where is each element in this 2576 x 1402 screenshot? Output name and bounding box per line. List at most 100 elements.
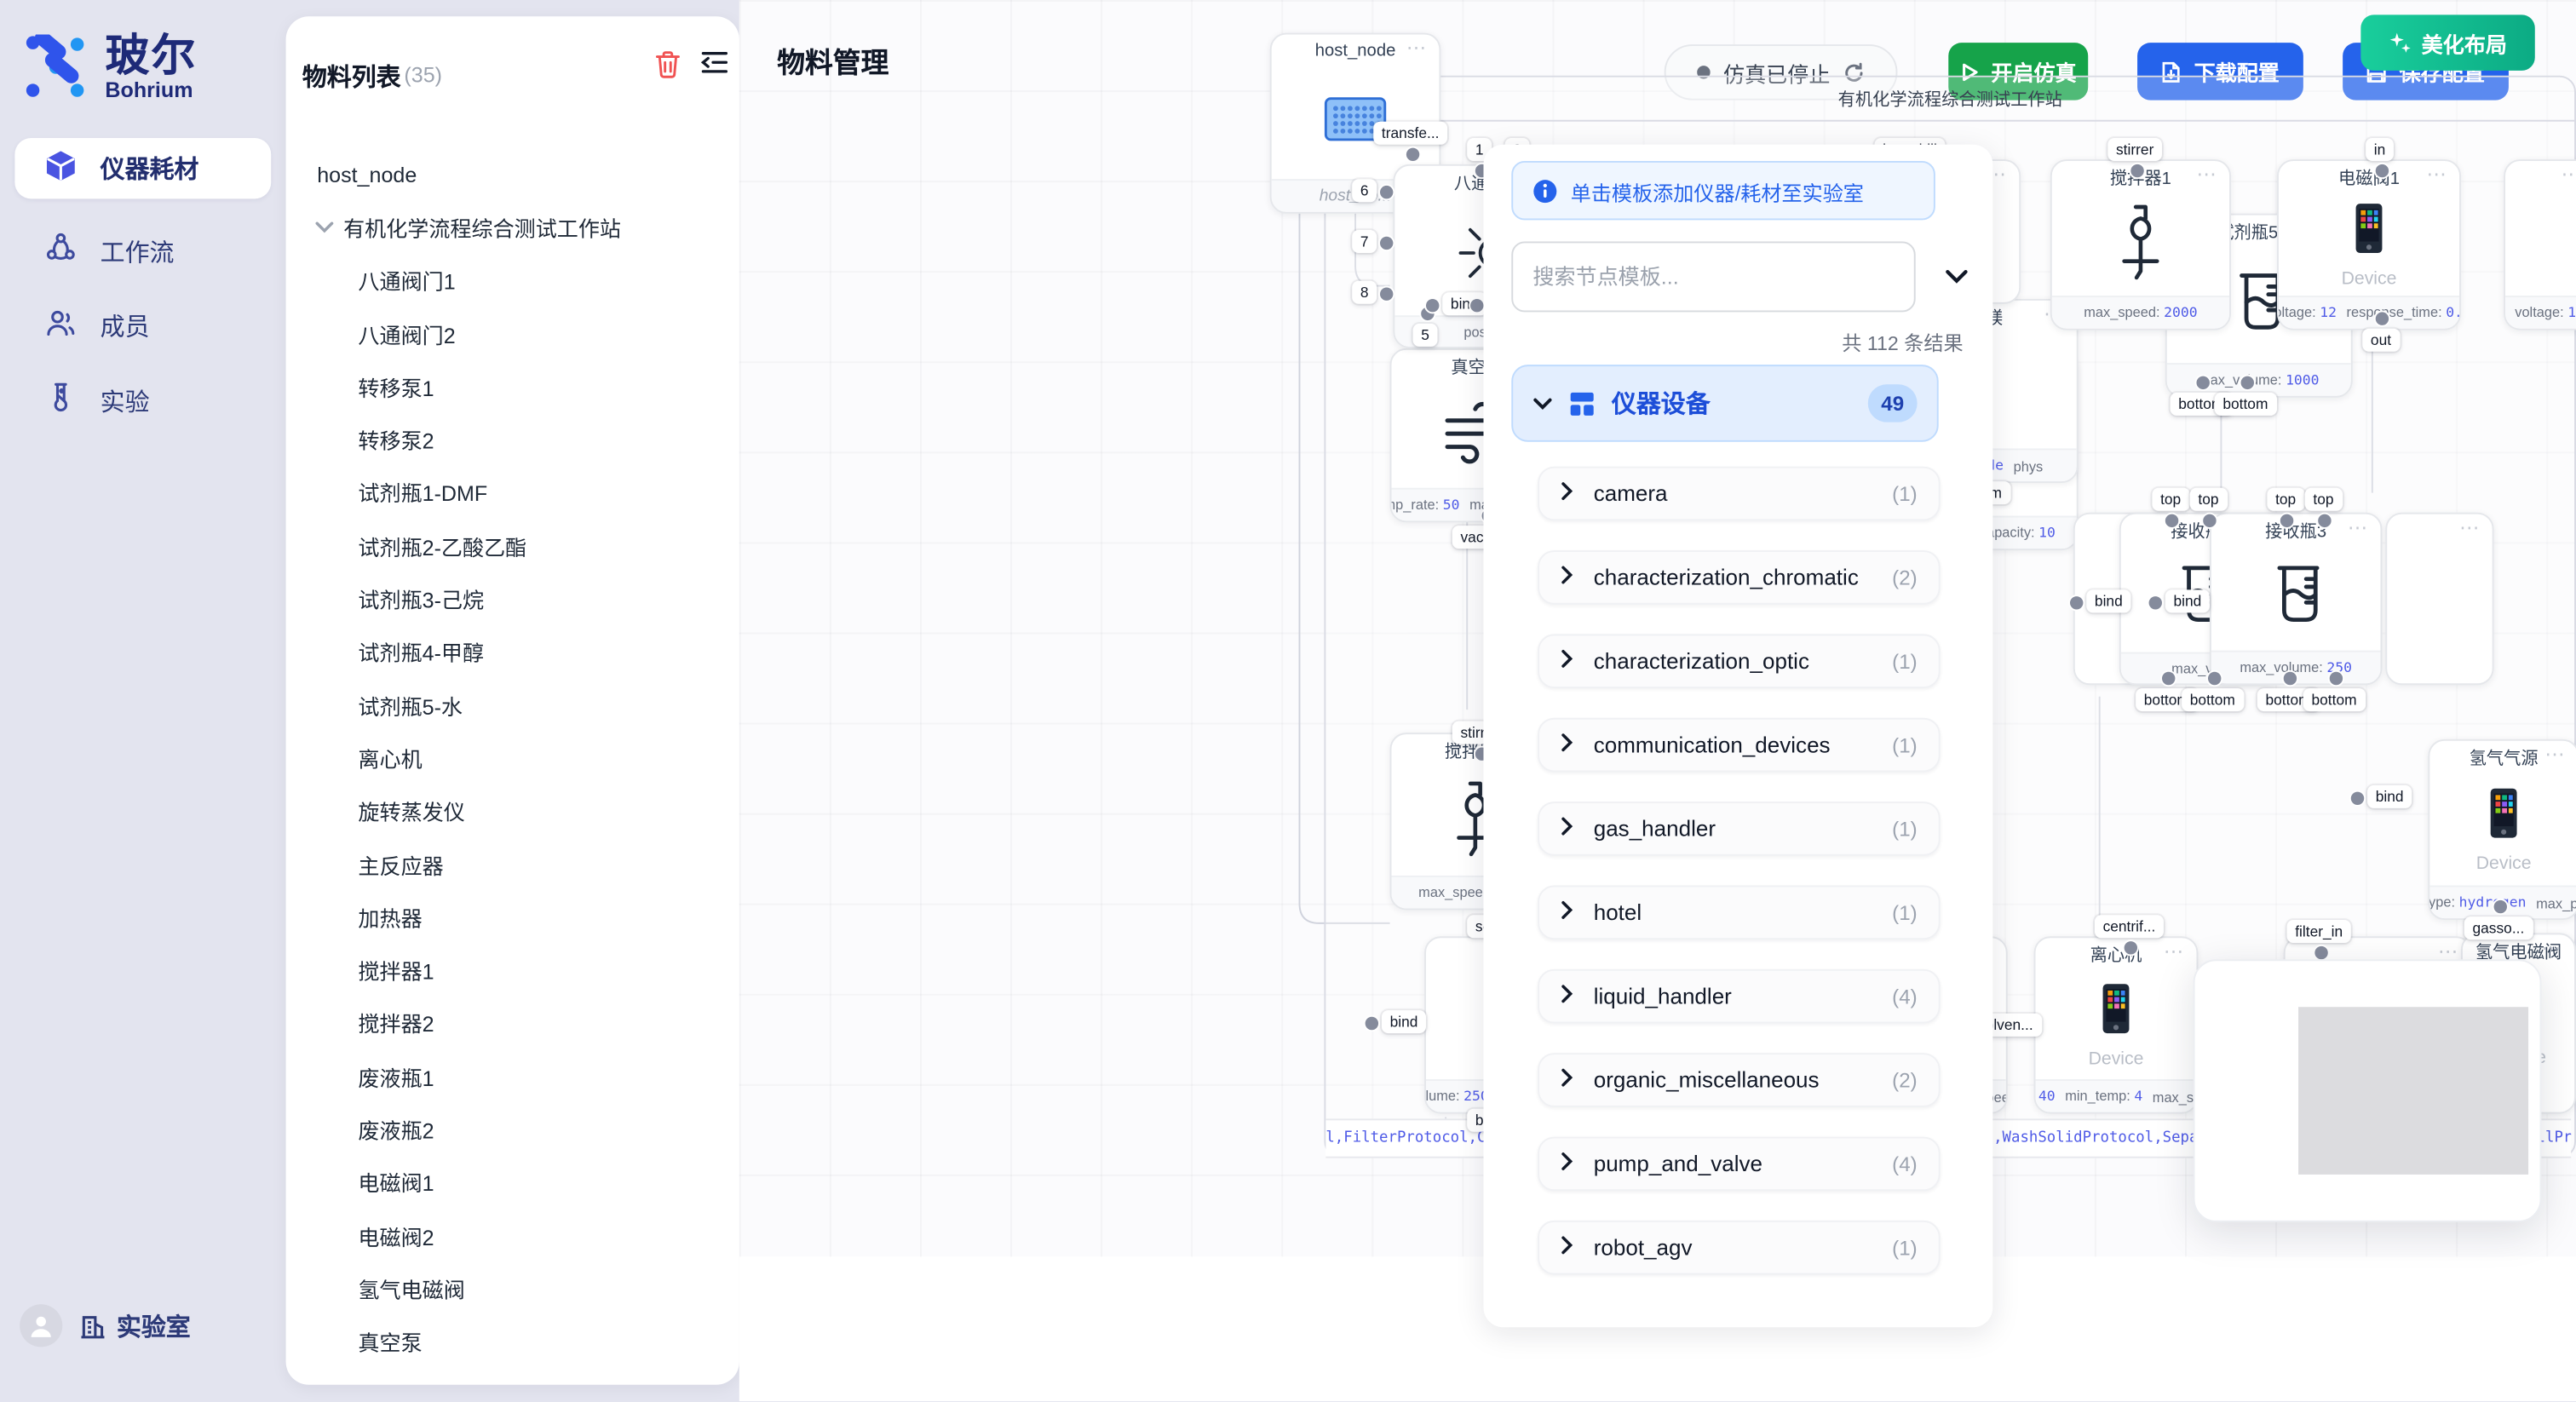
port-chip-bottom[interactable]: bottom: [2182, 688, 2243, 711]
node-menu-icon[interactable]: ⋯: [2562, 163, 2576, 186]
tree-item[interactable]: 转移泵2: [286, 413, 739, 466]
port-chip-centrif[interactable]: centrif...: [2095, 915, 2164, 938]
port-chip-out[interactable]: out: [2362, 329, 2399, 352]
tree-item[interactable]: 废液瓶1: [286, 1049, 739, 1102]
tree-item[interactable]: 试剂瓶3-己烷: [286, 572, 739, 625]
canvas-node-离心机[interactable]: 离心机⋯Devicep: 40min_temp: 4max_spe: [2034, 936, 2199, 1113]
category-hotel[interactable]: hotel(1): [1538, 885, 1940, 939]
collapse-panel-icon[interactable]: [1941, 260, 1974, 293]
port-chip-7[interactable]: 7: [1352, 230, 1377, 253]
tree-item[interactable]: 试剂瓶5-水: [286, 678, 739, 731]
port-dot-icon[interactable]: [2492, 899, 2508, 915]
port-dot-icon[interactable]: [2327, 670, 2343, 687]
port-chip-5[interactable]: 5: [1413, 324, 1438, 347]
canvas-node-电磁阀1[interactable]: 电磁阀1⋯Devicevoltage: 12response_time: 0.1: [2277, 159, 2461, 330]
beautify-layout-button[interactable]: 美化布局: [2360, 14, 2534, 71]
tree-item[interactable]: 八通阀门2: [286, 307, 739, 359]
category-liquid_handler[interactable]: liquid_handler(4): [1538, 969, 1940, 1024]
tree-item[interactable]: 搅拌器1: [286, 944, 739, 997]
port-chip-gasso[interactable]: gasso...: [2464, 916, 2533, 939]
port-chip-stirrer[interactable]: stirrer: [2107, 138, 2162, 161]
port-chip-bottom[interactable]: bottom: [2215, 393, 2276, 416]
avatar[interactable]: [20, 1304, 62, 1347]
tree-item[interactable]: 真空泵: [286, 1315, 739, 1368]
chevron-down-icon[interactable]: [315, 221, 333, 233]
port-dot-icon[interactable]: [2128, 163, 2144, 179]
sidebar-item-experiment[interactable]: 实验: [14, 371, 271, 431]
port-chip-top[interactable]: top: [2267, 488, 2303, 511]
port-dot-icon[interactable]: [2068, 595, 2084, 611]
port-dot-icon[interactable]: [2160, 670, 2176, 687]
port-dot-icon[interactable]: [2373, 163, 2389, 179]
port-chip-bind[interactable]: bind: [1382, 1010, 1426, 1033]
node-menu-icon[interactable]: ⋯: [2459, 516, 2481, 539]
port-dot-icon[interactable]: [2239, 375, 2255, 391]
search-input[interactable]: [1511, 241, 1915, 312]
port-dot-icon[interactable]: [1364, 1015, 1380, 1031]
node-menu-icon[interactable]: ⋯: [2541, 936, 2562, 959]
port-chip-top[interactable]: top: [2152, 488, 2188, 511]
collapse-list-icon[interactable]: [700, 49, 736, 85]
port-dot-icon[interactable]: [1378, 184, 1394, 200]
tree-item[interactable]: 电磁阀1: [286, 1156, 739, 1209]
canvas-node[interactable]: ⋯: [2385, 513, 2493, 685]
tree-item-host-node[interactable]: host_node: [286, 148, 739, 201]
canvas-node[interactable]: ⋯voltage: 12: [2504, 159, 2576, 330]
category-gas_handler[interactable]: gas_handler(1): [1538, 802, 1940, 856]
port-dot-icon[interactable]: [2123, 939, 2139, 956]
category-camera[interactable]: camera(1): [1538, 467, 1940, 521]
port-chip-bind[interactable]: bind: [2086, 589, 2130, 612]
port-chip-filter_in[interactable]: filter_in: [2287, 920, 2351, 943]
tree-item[interactable]: 主反应器: [286, 837, 739, 890]
port-chip-transfe[interactable]: transfe...: [1373, 122, 1447, 145]
tree-item[interactable]: 八通阀门1: [286, 254, 739, 307]
node-menu-icon[interactable]: ⋯: [2164, 939, 2185, 962]
tree-item[interactable]: 氢气电磁阀: [286, 1262, 739, 1315]
trash-icon[interactable]: [654, 49, 690, 85]
port-chip-top[interactable]: top: [2190, 488, 2227, 511]
tree-item[interactable]: 废液瓶2: [286, 1103, 739, 1156]
tree-item[interactable]: 试剂瓶2-乙酸乙酯: [286, 520, 739, 572]
port-chip-bind[interactable]: bind: [2367, 785, 2412, 808]
tree-item[interactable]: 试剂瓶4-甲醇: [286, 625, 739, 678]
tree-item[interactable]: 电磁阀2: [286, 1209, 739, 1261]
lab-entry[interactable]: 实验室: [79, 1308, 191, 1342]
tree-item[interactable]: 加热器: [286, 891, 739, 944]
category-characterization_chromatic[interactable]: characterization_chromatic(2): [1538, 550, 1940, 605]
port-chip-6[interactable]: 6: [1352, 179, 1377, 202]
node-menu-icon[interactable]: ⋯: [2196, 163, 2217, 186]
port-dot-icon[interactable]: [1378, 235, 1394, 251]
port-dot-icon[interactable]: [2148, 595, 2164, 611]
sidebar-item-workflow[interactable]: 工作流: [14, 221, 271, 281]
canvas-node-氢气气源[interactable]: 氢气气源⋯Device_type: hydrogenmax_pre: [2428, 739, 2576, 920]
tree-item[interactable]: 转移泵1: [286, 360, 739, 413]
port-chip-in[interactable]: in: [2366, 138, 2394, 161]
port-dot-icon[interactable]: [1404, 147, 1420, 163]
canvas-node-接收瓶3[interactable]: 接收瓶3⋯max_volume: 250: [2210, 513, 2382, 685]
port-chip-8[interactable]: 8: [1352, 281, 1377, 304]
port-chip-bottom[interactable]: bottom: [2303, 688, 2365, 711]
tree-item[interactable]: 旋转蒸发仪: [286, 784, 739, 837]
node-menu-icon[interactable]: ⋯: [2348, 516, 2369, 539]
tree-item[interactable]: 搅拌器2: [286, 997, 739, 1049]
port-chip-top[interactable]: top: [2305, 488, 2342, 511]
canvas-node-搅拌器1[interactable]: 搅拌器1⋯max_speed: 2000: [2050, 159, 2231, 330]
tree-item[interactable]: 离心机: [286, 732, 739, 784]
node-menu-icon[interactable]: ⋯: [2544, 743, 2566, 766]
port-dot-icon[interactable]: [2206, 670, 2222, 687]
tree-item[interactable]: 试剂瓶1-DMF: [286, 466, 739, 519]
sidebar-item-cube[interactable]: 仪器耗材: [14, 138, 271, 198]
node-menu-icon[interactable]: ⋯: [1406, 36, 1428, 59]
port-chip-bind[interactable]: bind: [2165, 589, 2210, 612]
sidebar-item-members[interactable]: 成员: [14, 296, 271, 356]
brand-logo[interactable]: 玻尔 Bohrium: [23, 26, 269, 108]
category-organic_miscellaneous[interactable]: organic_miscellaneous(2): [1538, 1053, 1940, 1107]
port-dot-icon[interactable]: [1378, 286, 1394, 302]
port-dot-icon[interactable]: [2281, 670, 2297, 687]
category-characterization_optic[interactable]: characterization_optic(1): [1538, 634, 1940, 688]
category-pump_and_valve[interactable]: pump_and_valve(4): [1538, 1137, 1940, 1192]
port-dot-icon[interactable]: [2349, 790, 2366, 807]
port-dot-icon[interactable]: [2194, 375, 2211, 391]
port-dot-icon[interactable]: [1424, 297, 1440, 313]
category-communication_devices[interactable]: communication_devices(1): [1538, 718, 1940, 773]
